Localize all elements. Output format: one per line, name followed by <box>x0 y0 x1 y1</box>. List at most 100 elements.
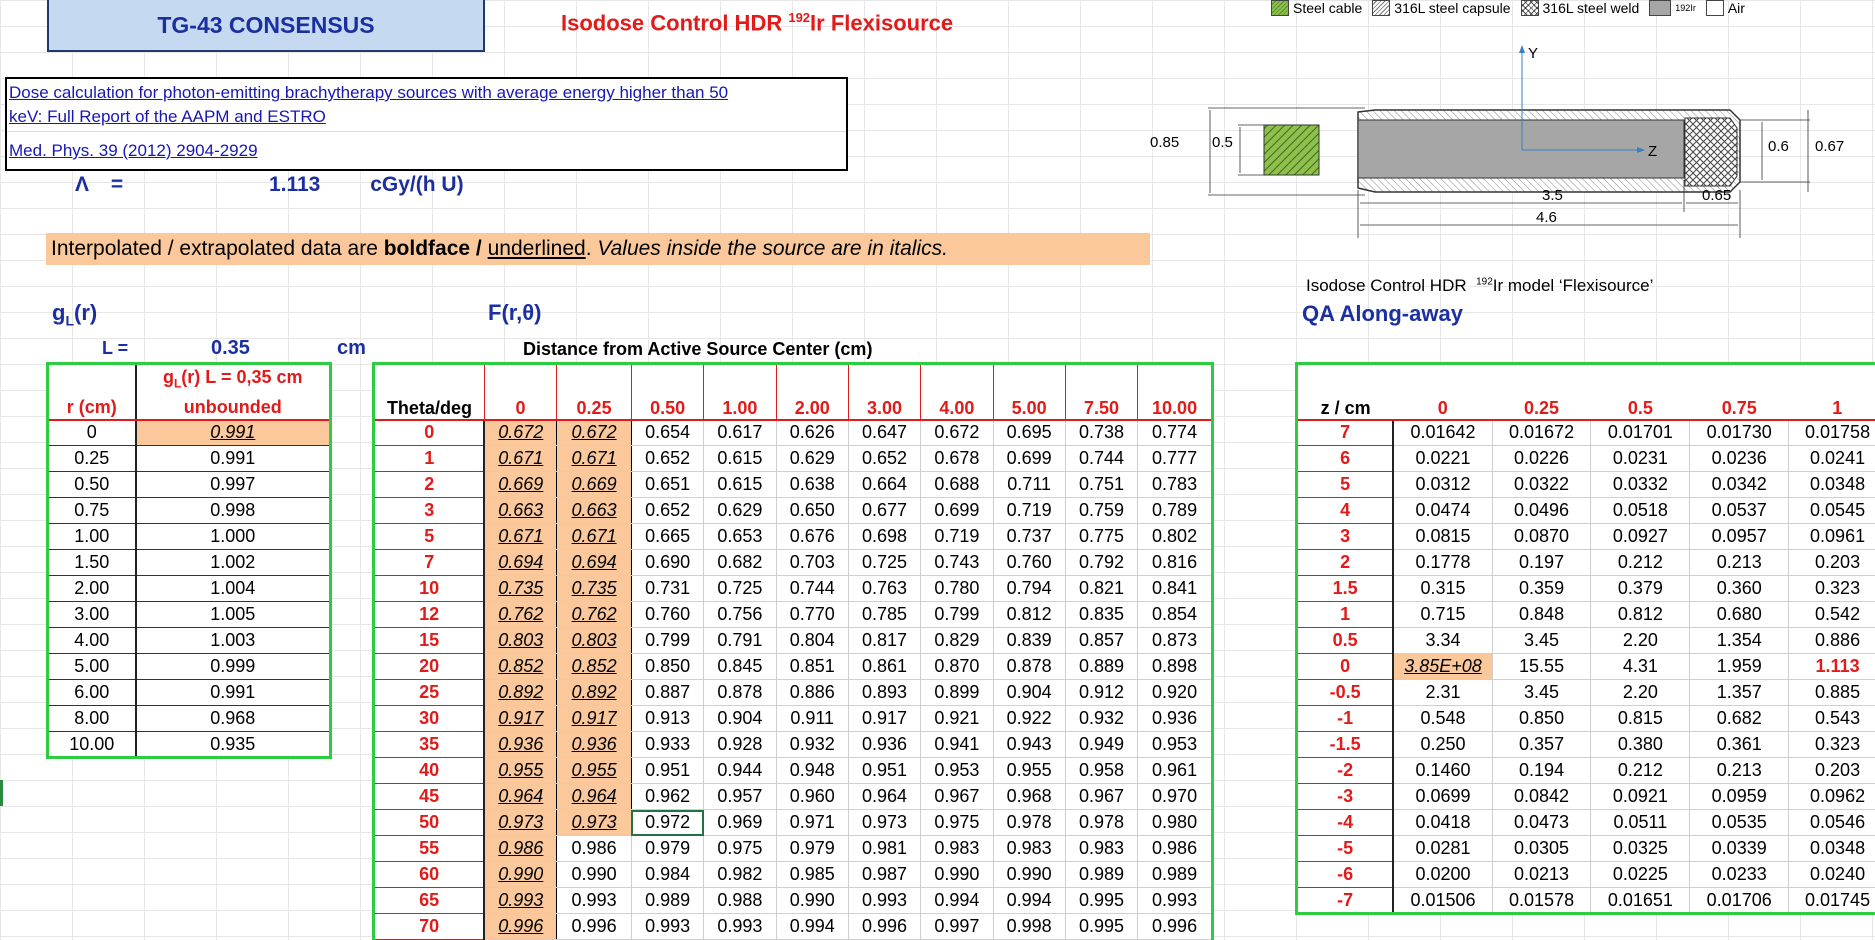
f-cell[interactable]: 0.839 <box>993 628 1065 654</box>
f-theta-cell[interactable]: 40 <box>374 758 485 784</box>
f-cell[interactable]: 0.975 <box>704 836 776 862</box>
qa-cell[interactable]: 0.542 <box>1789 602 1875 628</box>
f-cell[interactable]: 0.878 <box>704 680 776 706</box>
qa-z-cell[interactable]: 1.5 <box>1297 576 1394 602</box>
qa-cell[interactable]: 0.01758 <box>1789 420 1875 446</box>
f-cell[interactable]: 0.933 <box>631 732 703 758</box>
f-cell[interactable]: 0.725 <box>848 550 920 576</box>
f-cell[interactable]: 0.629 <box>776 446 848 472</box>
qa-cell[interactable]: 0.715 <box>1393 602 1492 628</box>
f-cell[interactable]: 0.986 <box>484 836 556 862</box>
qa-cell[interactable]: 0.0322 <box>1492 472 1591 498</box>
f-cell[interactable]: 0.835 <box>1065 602 1137 628</box>
qa-z-cell[interactable]: 5 <box>1297 472 1394 498</box>
qa-z-cell[interactable]: -4 <box>1297 810 1394 836</box>
f-cell[interactable]: 0.936 <box>484 732 556 758</box>
gl-cell-r[interactable]: 8.00 <box>48 706 136 732</box>
gl-cell-value[interactable]: 0.991 <box>136 420 331 446</box>
qa-cell[interactable]: 0.812 <box>1591 602 1690 628</box>
gl-cell-value[interactable]: 0.935 <box>136 732 331 758</box>
qa-cell[interactable]: 0.0496 <box>1492 498 1591 524</box>
f-cell[interactable]: 0.725 <box>704 576 776 602</box>
f-cell[interactable]: 0.941 <box>921 732 993 758</box>
qa-cell[interactable]: 0.0474 <box>1393 498 1492 524</box>
qa-cell[interactable]: 0.0342 <box>1690 472 1789 498</box>
f-cell[interactable]: 0.852 <box>557 654 632 680</box>
f-cell[interactable]: 0.958 <box>1065 758 1137 784</box>
gl-cell-r[interactable]: 1.50 <box>48 550 136 576</box>
qa-cell[interactable]: 0.0473 <box>1492 810 1591 836</box>
f-cell[interactable]: 0.816 <box>1138 550 1213 576</box>
f-cell[interactable]: 0.993 <box>1138 888 1213 914</box>
f-cell[interactable]: 0.985 <box>776 862 848 888</box>
qa-cell[interactable]: 0.315 <box>1393 576 1492 602</box>
qa-z-cell[interactable]: 1 <box>1297 602 1394 628</box>
f-cell[interactable]: 0.892 <box>557 680 632 706</box>
f-cell[interactable]: 0.949 <box>1065 732 1137 758</box>
qa-cell[interactable]: 0.0699 <box>1393 784 1492 810</box>
f-cell[interactable]: 0.972 <box>631 810 703 836</box>
qa-cell[interactable]: 0.680 <box>1690 602 1789 628</box>
f-cell[interactable]: 0.970 <box>1138 784 1213 810</box>
qa-cell[interactable]: 0.0241 <box>1789 446 1875 472</box>
qa-cell[interactable]: 0.01506 <box>1393 888 1492 914</box>
qa-cell[interactable]: 0.0961 <box>1789 524 1875 550</box>
gl-cell-r[interactable]: 1.00 <box>48 524 136 550</box>
f-cell[interactable]: 0.893 <box>848 680 920 706</box>
qa-cell[interactable]: 0.01672 <box>1492 420 1591 446</box>
qa-cell[interactable]: 2.20 <box>1591 628 1690 654</box>
qa-cell[interactable]: 0.359 <box>1492 576 1591 602</box>
f-cell[interactable]: 0.652 <box>631 446 703 472</box>
qa-cell[interactable]: 0.01701 <box>1591 420 1690 446</box>
gl-cell-value[interactable]: 0.991 <box>136 680 331 706</box>
qa-cell[interactable]: 0.203 <box>1789 758 1875 784</box>
f-cell[interactable]: 0.932 <box>776 732 848 758</box>
qa-cell[interactable]: 0.01706 <box>1690 888 1789 914</box>
qa-cell[interactable]: 0.0959 <box>1690 784 1789 810</box>
f-cell[interactable]: 0.989 <box>631 888 703 914</box>
f-theta-cell[interactable]: 20 <box>374 654 485 680</box>
f-cell[interactable]: 0.979 <box>631 836 703 862</box>
f-cell[interactable]: 0.996 <box>848 914 920 940</box>
qa-cell[interactable]: 0.0281 <box>1393 836 1492 862</box>
f-cell[interactable]: 0.892 <box>484 680 556 706</box>
f-cell[interactable]: 0.978 <box>993 810 1065 836</box>
f-cell[interactable]: 0.744 <box>776 576 848 602</box>
gl-cell-value[interactable]: 0.991 <box>136 446 331 472</box>
f-cell[interactable]: 0.986 <box>1138 836 1213 862</box>
qa-cell[interactable]: 0.0240 <box>1789 862 1875 888</box>
f-cell[interactable]: 0.735 <box>557 576 632 602</box>
f-cell[interactable]: 0.743 <box>921 550 993 576</box>
qa-z-cell[interactable]: 4 <box>1297 498 1394 524</box>
f-cell[interactable]: 0.990 <box>921 862 993 888</box>
qa-cell[interactable]: 0.885 <box>1789 680 1875 706</box>
f-cell[interactable]: 0.983 <box>921 836 993 862</box>
f-cell[interactable]: 0.984 <box>631 862 703 888</box>
qa-cell[interactable]: 0.0418 <box>1393 810 1492 836</box>
f-cell[interactable]: 0.936 <box>1138 706 1213 732</box>
f-cell[interactable]: 0.751 <box>1065 472 1137 498</box>
f-theta-cell[interactable]: 60 <box>374 862 485 888</box>
f-cell[interactable]: 0.652 <box>848 446 920 472</box>
f-cell[interactable]: 0.711 <box>993 472 1065 498</box>
f-cell[interactable]: 0.677 <box>848 498 920 524</box>
f-cell[interactable]: 0.852 <box>484 654 556 680</box>
f-cell[interactable]: 0.652 <box>631 498 703 524</box>
qa-cell[interactable]: 15.55 <box>1492 654 1591 680</box>
f-cell[interactable]: 0.944 <box>704 758 776 784</box>
f-theta-cell[interactable]: 45 <box>374 784 485 810</box>
qa-z-cell[interactable]: -7 <box>1297 888 1394 914</box>
qa-z-cell[interactable]: 0 <box>1297 654 1394 680</box>
qa-cell[interactable]: 0.01651 <box>1591 888 1690 914</box>
f-cell[interactable]: 0.996 <box>484 914 556 940</box>
f-cell[interactable]: 0.993 <box>484 888 556 914</box>
f-cell[interactable]: 0.731 <box>631 576 703 602</box>
qa-cell[interactable]: 0.848 <box>1492 602 1591 628</box>
f-cell[interactable]: 0.738 <box>1065 420 1137 446</box>
gl-cell-value[interactable]: 1.000 <box>136 524 331 550</box>
f-cell[interactable]: 0.780 <box>921 576 993 602</box>
qa-cell[interactable]: 0.0225 <box>1591 862 1690 888</box>
qa-cell[interactable]: 3.45 <box>1492 680 1591 706</box>
gl-cell-value[interactable]: 1.005 <box>136 602 331 628</box>
journal-link[interactable]: Med. Phys. 39 (2012) 2904-2929 <box>7 141 846 161</box>
